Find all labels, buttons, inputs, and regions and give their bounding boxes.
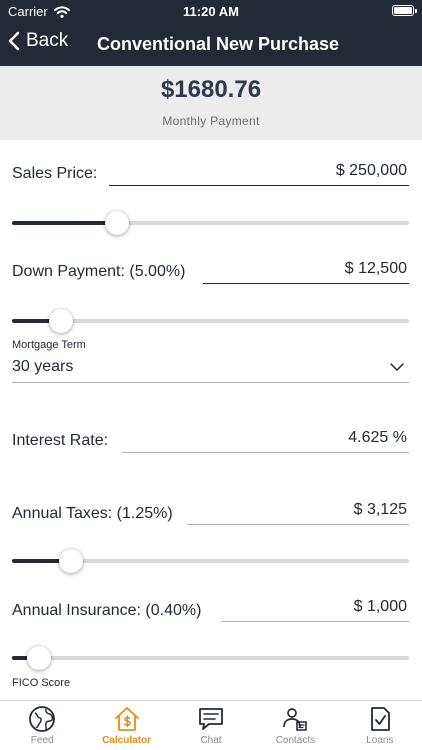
annual-insurance-label: Annual Insurance: (0.40%): [12, 602, 202, 619]
slider-thumb[interactable]: [49, 309, 74, 333]
interest-rate-input[interactable]: 4.625 %: [122, 429, 409, 453]
tab-loans[interactable]: Loans: [338, 701, 422, 750]
down-payment-slider[interactable]: [12, 306, 409, 336]
mortgage-term-value: 30 years: [12, 358, 74, 375]
tab-calculator[interactable]: Calculator: [84, 701, 168, 750]
document-check-icon: [370, 707, 390, 731]
back-label: Back: [26, 30, 69, 51]
interest-rate-label: Interest Rate:: [12, 432, 109, 449]
back-button[interactable]: Back: [8, 30, 68, 52]
slider-fill: [12, 656, 28, 660]
chevron-left-icon: [8, 31, 20, 51]
tab-calculator-label: Calculator: [102, 735, 152, 746]
sales-price-slider[interactable]: [12, 208, 409, 238]
mortgage-term-label: Mortgage Term: [12, 339, 86, 351]
sales-price-input[interactable]: $ 250,000: [109, 162, 409, 186]
tab-bar: Feed Calculator Chat Contacts Loans: [0, 700, 422, 750]
app-header: Carrier 11:20 AM Back Conventional New P…: [0, 0, 422, 66]
status-bar: Carrier 11:20 AM: [0, 0, 422, 24]
slider-thumb[interactable]: [58, 549, 83, 573]
slider-fill: [12, 221, 112, 225]
annual-taxes-input[interactable]: $ 3,125: [187, 501, 409, 525]
slider-fill: [12, 559, 62, 563]
annual-taxes-slider[interactable]: [12, 546, 409, 576]
house-dollar-icon: [114, 707, 139, 731]
battery-icon: [392, 5, 417, 16]
tab-contacts[interactable]: Contacts: [253, 701, 337, 750]
slider-thumb[interactable]: [26, 646, 51, 670]
nav-bar: Back Conventional New Purchase: [0, 26, 422, 64]
monthly-payment-amount: $1680.76: [160, 76, 262, 103]
down-payment-input[interactable]: $ 12,500: [203, 260, 409, 284]
calculator-screen: Carrier 11:20 AM Back Conventional New P…: [0, 0, 422, 750]
slider-track: [12, 656, 409, 660]
tab-feed-label: Feed: [30, 735, 54, 746]
tab-chat-label: Chat: [200, 735, 222, 746]
annual-insurance-slider[interactable]: [12, 643, 409, 673]
annual-insurance-input[interactable]: $ 1,000: [221, 598, 409, 622]
slider-fill: [12, 319, 52, 323]
tab-chat[interactable]: Chat: [169, 701, 253, 750]
tab-feed[interactable]: Feed: [0, 701, 84, 750]
slider-thumb[interactable]: [105, 211, 130, 235]
tab-loans-label: Loans: [366, 735, 394, 746]
monthly-payment-label: Monthly Payment: [162, 114, 260, 128]
payment-summary: $1680.76 Monthly Payment: [0, 66, 422, 140]
globe-icon: [29, 706, 56, 732]
tab-contacts-label: Contacts: [275, 735, 316, 746]
page-title: Conventional New Purchase: [97, 34, 340, 54]
contacts-icon: [283, 708, 308, 731]
status-time: 11:20 AM: [183, 4, 239, 19]
chat-icon: [199, 708, 223, 730]
sales-price-label: Sales Price:: [12, 165, 98, 182]
chevron-down-icon: [390, 363, 404, 371]
mortgage-term-dropdown[interactable]: 30 years: [12, 357, 409, 383]
fico-score-label: FICO Score: [12, 677, 71, 689]
annual-taxes-label: Annual Taxes: (1.25%): [12, 505, 173, 522]
down-payment-label: Down Payment: (5.00%): [12, 263, 186, 280]
